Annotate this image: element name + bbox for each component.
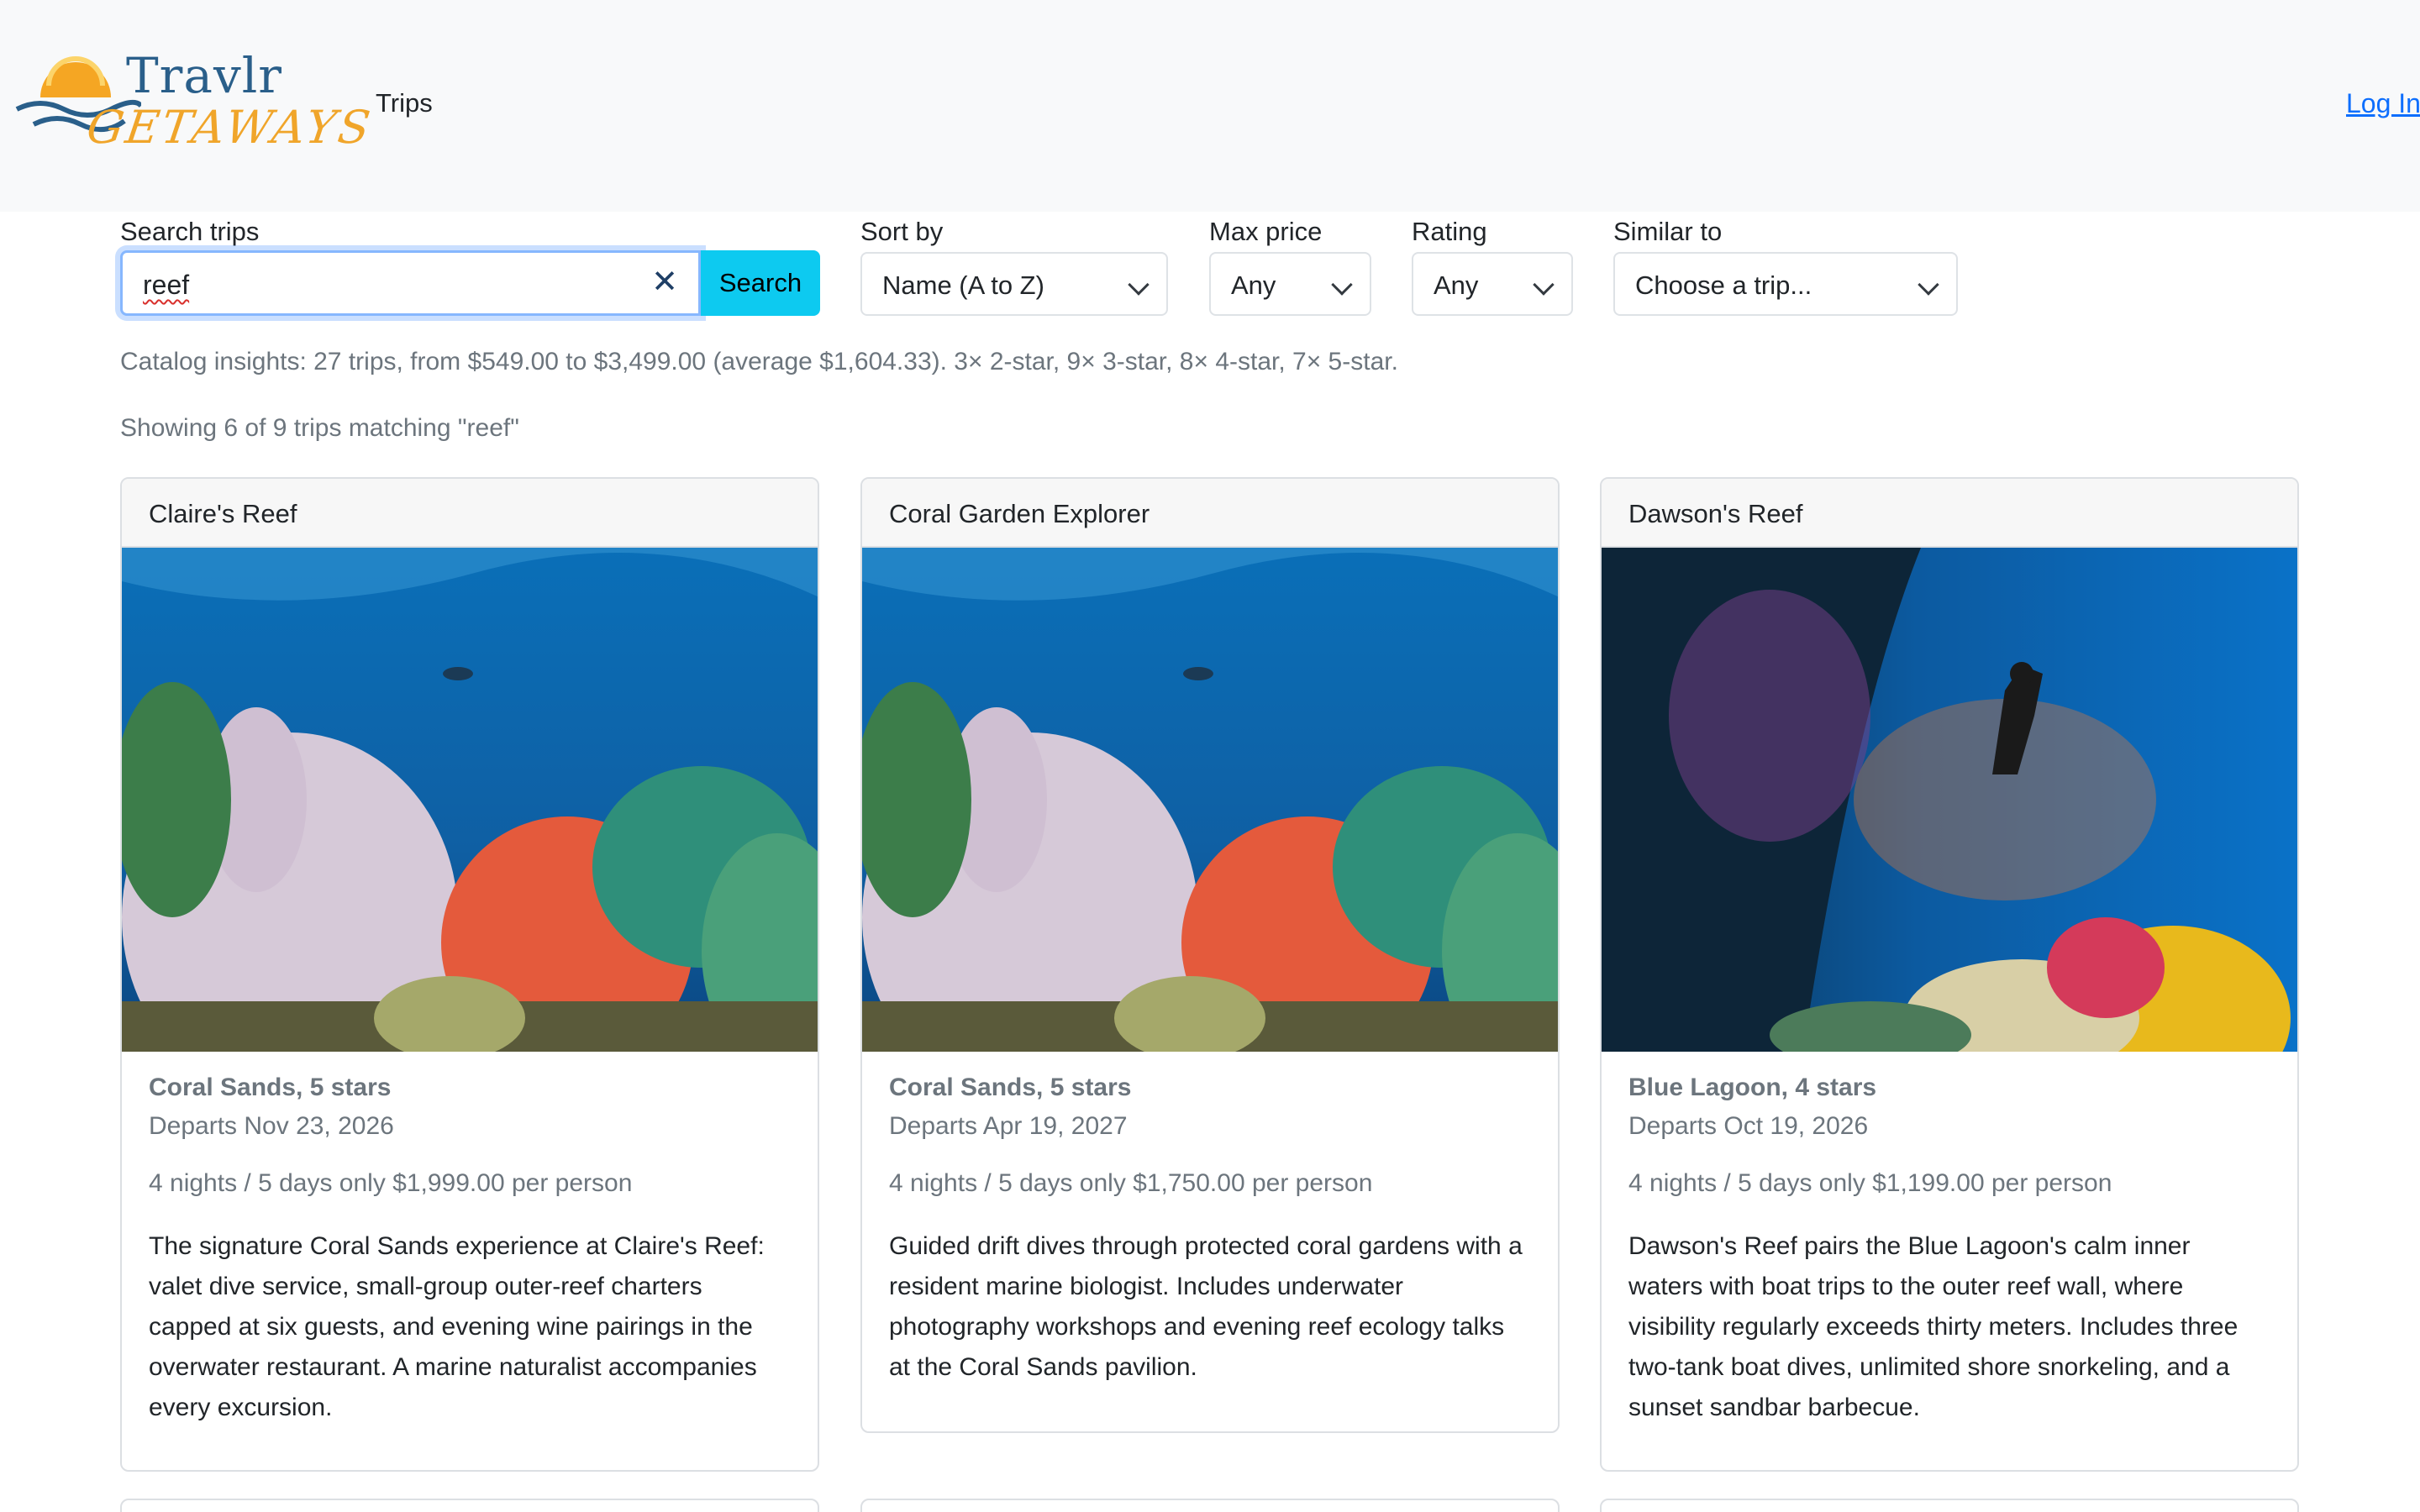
maxprice-select[interactable]: Any [1209, 252, 1371, 316]
trip-resort: Blue Lagoon, 4 stars [1628, 1074, 1877, 1101]
trip-card-title: Dawson's Reef [1602, 479, 2297, 548]
trip-description: Dawson's Reef pairs the Blue Lagoon's ca… [1628, 1232, 2238, 1421]
trip-description: Guided drift dives through protected cor… [889, 1232, 1523, 1381]
trip-price: 4 nights / 5 days only $1,750.00 per per… [889, 1169, 1373, 1197]
similar-label: Similar to [1613, 217, 1723, 246]
trip-price: 4 nights / 5 days only $1,199.00 per per… [1628, 1169, 2112, 1197]
trip-card[interactable] [120, 1499, 819, 1512]
chevron-down-icon [1331, 274, 1353, 296]
sort-select[interactable]: Name (A to Z) [860, 252, 1168, 316]
similar-select[interactable]: Choose a trip... [1613, 252, 1958, 316]
rating-label: Rating [1412, 217, 1487, 246]
logo-text-getaways: GETAWAYS [83, 101, 376, 154]
trip-resort: Coral Sands, 5 stars [149, 1074, 392, 1101]
similar-select-value: Choose a trip... [1635, 270, 1812, 300]
logo-text-travlr: Travlr [126, 47, 283, 104]
trip-resort: Coral Sands, 5 stars [889, 1074, 1132, 1101]
trip-departure: Departs Oct 19, 2026 [1628, 1112, 1869, 1140]
trip-description: The signature Coral Sands experience at … [149, 1232, 765, 1421]
trip-card-title: Coral Garden Explorer [862, 479, 1558, 548]
catalog-insights: Catalog insights: 27 trips, from $549.00… [120, 348, 1398, 375]
trip-image-coral-reef[interactable] [122, 548, 818, 1052]
trip-card[interactable] [860, 1499, 1560, 1512]
trip-image-diver-reef[interactable] [1602, 548, 2297, 1052]
trip-card[interactable]: Coral Garden Explorer Coral Sands, 5 sta… [860, 477, 1560, 1433]
trip-price: 4 nights / 5 days only $1,999.00 per per… [149, 1169, 633, 1197]
search-label: Search trips [120, 217, 260, 246]
search-input[interactable]: reef ✕ [120, 250, 701, 316]
trip-card[interactable]: Claire's Reef Coral Sands, 5 stars Depar… [120, 477, 819, 1472]
maxprice-label: Max price [1209, 217, 1323, 246]
trip-image-coral-reef[interactable] [862, 548, 1558, 1052]
search-button[interactable]: Search [701, 250, 820, 316]
maxprice-select-value: Any [1231, 270, 1276, 300]
login-link[interactable]: Log In [2346, 88, 2420, 119]
chevron-down-icon [1533, 274, 1555, 296]
sort-label: Sort by [860, 217, 944, 246]
search-input-value: reef [143, 270, 190, 300]
chevron-down-icon [1128, 274, 1150, 296]
travlr-logo[interactable]: Travlr GETAWAYS [15, 47, 376, 156]
trip-departure: Departs Apr 19, 2027 [889, 1112, 1128, 1140]
trip-departure: Departs Nov 23, 2026 [149, 1112, 394, 1140]
trip-card[interactable] [1600, 1499, 2299, 1512]
nav-link-trips[interactable]: Trips [376, 88, 433, 118]
chevron-down-icon [1918, 274, 1939, 296]
rating-select[interactable]: Any [1412, 252, 1573, 316]
sort-select-value: Name (A to Z) [882, 270, 1044, 300]
clear-search-icon[interactable]: ✕ [651, 263, 678, 301]
trip-card-title: Claire's Reef [122, 479, 818, 548]
trip-card[interactable]: Dawson's Reef Blue Lagoon, 4 stars Depar… [1600, 477, 2299, 1472]
top-navbar: Travlr GETAWAYS Trips Log In [0, 0, 2420, 212]
rating-select-value: Any [1434, 270, 1479, 300]
results-count: Showing 6 of 9 trips matching "reef" [120, 414, 519, 442]
